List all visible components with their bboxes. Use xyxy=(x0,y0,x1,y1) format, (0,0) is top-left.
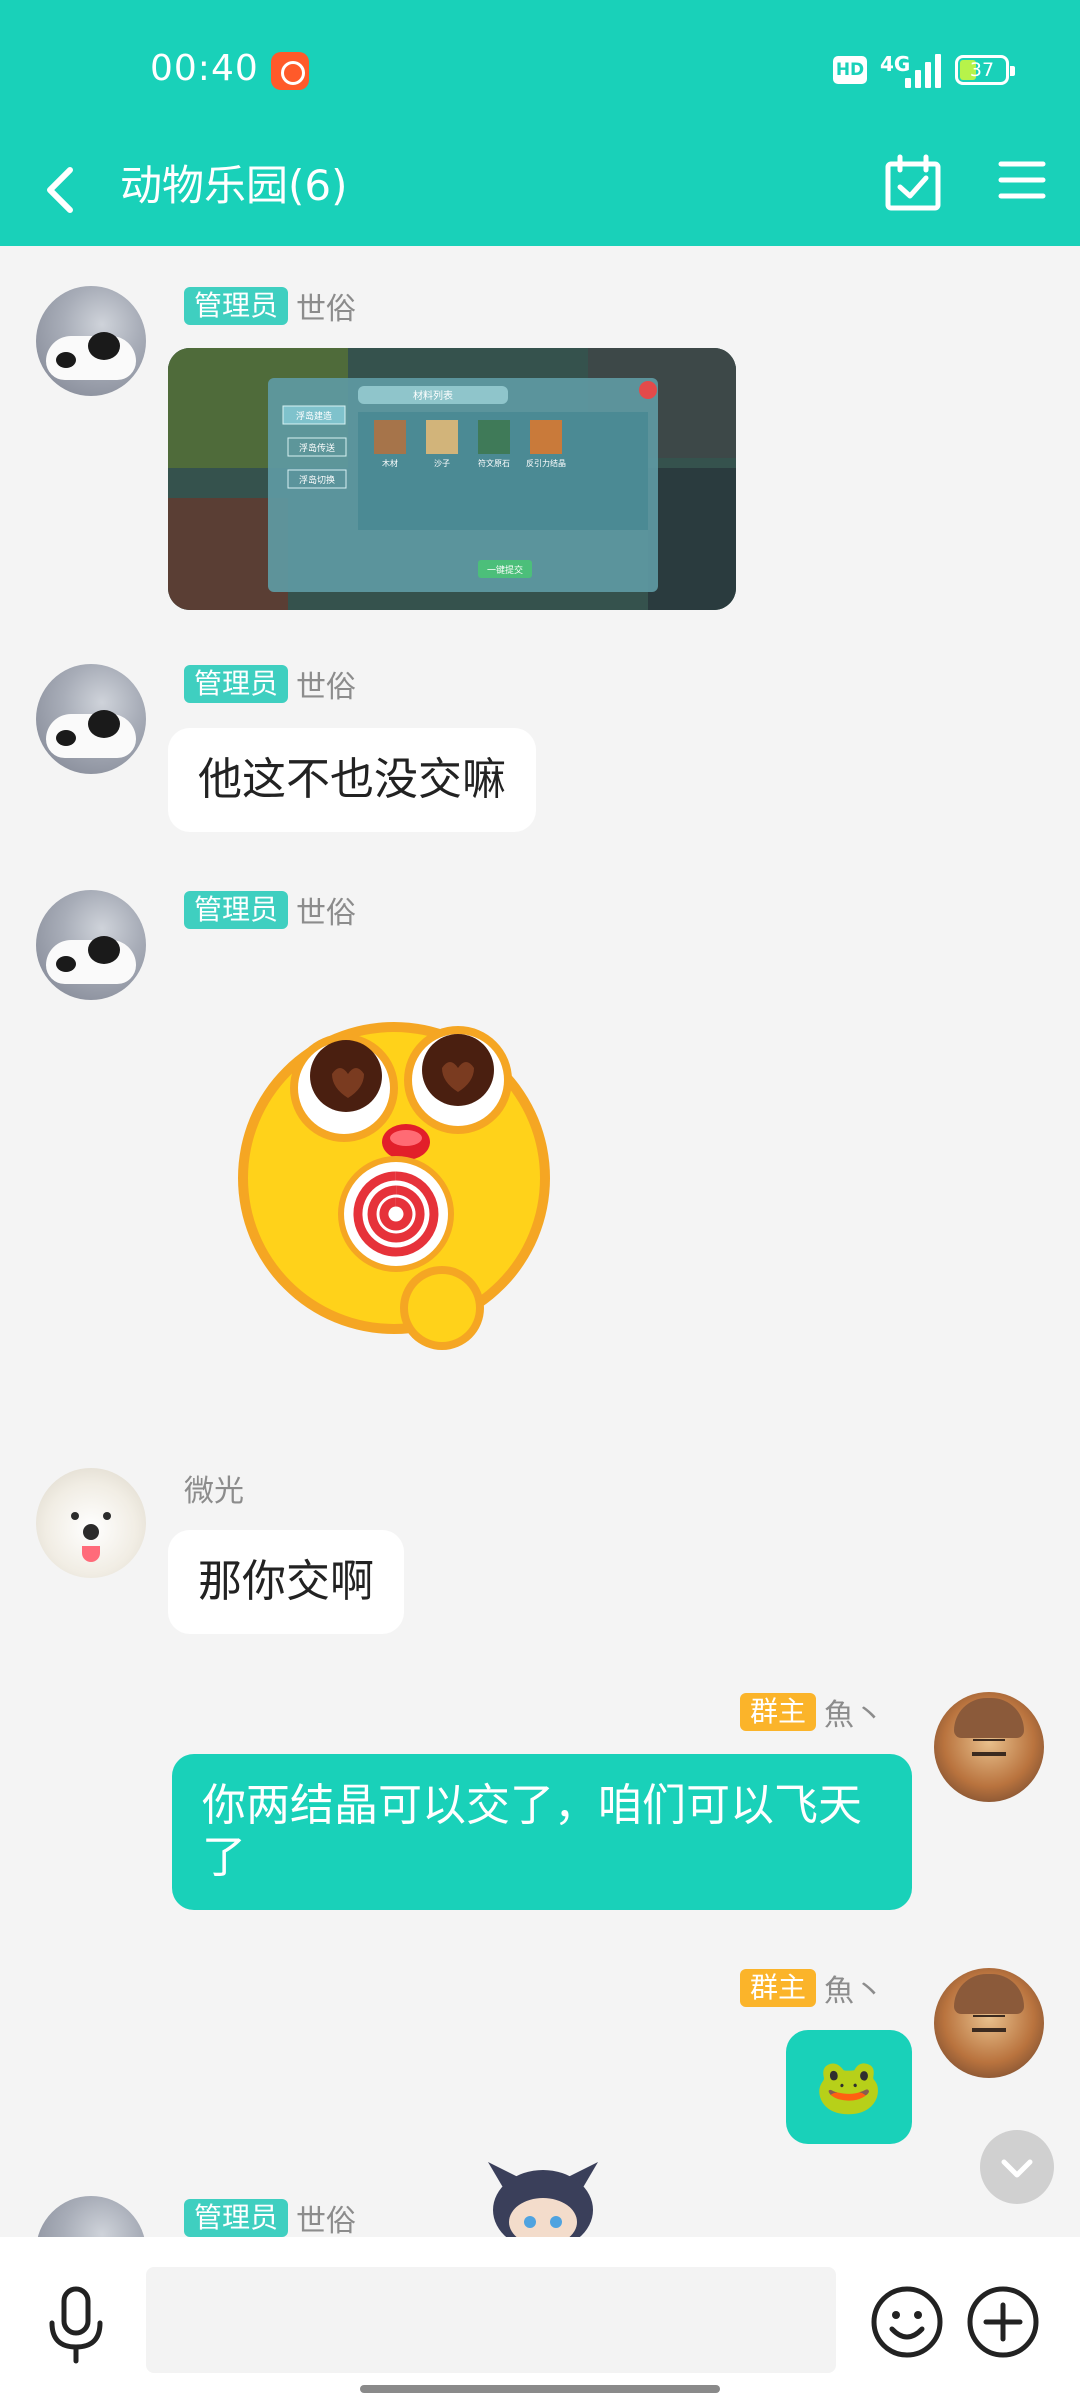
message-bubble[interactable]: 他这不也没交嘛 xyxy=(168,728,536,832)
smile-icon[interactable] xyxy=(870,2285,944,2359)
status-bar: 00:40 HD 4G 37 xyxy=(0,0,1080,140)
tab-2: 浮岛切换 xyxy=(299,474,335,486)
hd-icon: HD xyxy=(833,56,867,84)
sender-row: 管理员 世俗 xyxy=(184,664,357,705)
sender-name: 世俗 xyxy=(296,670,357,705)
admin-badge: 管理员 xyxy=(184,891,289,929)
chat-title: 动物乐园(6) xyxy=(120,161,348,210)
input-bar xyxy=(0,2237,1080,2400)
sender-row: 群主 魚丶 xyxy=(739,1968,884,2009)
sender-name: 世俗 xyxy=(296,292,357,327)
admin-badge: 管理员 xyxy=(184,287,289,325)
menu-icon[interactable] xyxy=(998,158,1046,202)
battery-text: 37 xyxy=(969,59,995,81)
sender-row: 管理员 世俗 xyxy=(184,2198,357,2239)
back-arrow-icon[interactable] xyxy=(40,160,80,220)
screenshot-image-message[interactable]: 材料列表 浮岛建造 浮岛传送 浮岛切换 木材 沙子 符文原石 反引力结晶 一键提… xyxy=(168,348,736,610)
sender-name: 魚丶 xyxy=(824,1698,884,1733)
item-0: 木材 xyxy=(382,458,398,468)
lollipop-sticker[interactable] xyxy=(236,1018,556,1354)
tab-0: 浮岛建造 xyxy=(296,410,332,422)
sender-name: 微光 xyxy=(184,1474,244,1509)
sender-row: 群主 魚丶 xyxy=(739,1692,884,1733)
panel-title: 材料列表 xyxy=(413,389,453,402)
avatar-self[interactable] xyxy=(934,1692,1044,1802)
microphone-icon[interactable] xyxy=(44,2285,108,2365)
tab-1: 浮岛传送 xyxy=(299,442,335,454)
scroll-down-button[interactable] xyxy=(980,2130,1054,2204)
sender-name: 魚丶 xyxy=(824,1974,884,2009)
clock: 00:40 xyxy=(150,48,259,89)
lollipop-emoji-icon xyxy=(238,1022,550,1350)
signal-icon xyxy=(905,54,947,88)
owner-badge: 群主 xyxy=(739,1969,816,2007)
home-indicator[interactable] xyxy=(360,2385,720,2393)
anime-character-sticker[interactable] xyxy=(478,2156,608,2240)
sender-name: 世俗 xyxy=(296,896,357,931)
header: 00:40 HD 4G 37 动物乐园(6) xyxy=(0,0,1080,246)
item-1: 沙子 xyxy=(434,459,450,468)
nav-bar: 动物乐园(6) xyxy=(0,140,1080,246)
avatar-shisu[interactable] xyxy=(36,286,146,396)
item-3: 反引力结晶 xyxy=(526,458,566,468)
avatar-shisu[interactable] xyxy=(36,664,146,774)
message-bubble-self[interactable]: 你两结晶可以交了，咱们可以飞天了 xyxy=(172,1754,912,1910)
avatar-weiguang[interactable] xyxy=(36,1468,146,1578)
admin-badge: 管理员 xyxy=(184,2199,289,2237)
sender-row: 管理员 世俗 xyxy=(184,890,357,931)
admin-badge: 管理员 xyxy=(184,665,289,703)
frog-emoji-message[interactable]: 🐸 xyxy=(786,2030,912,2144)
calendar-check-icon[interactable] xyxy=(884,154,942,212)
submit-all-button: 一键提交 xyxy=(487,564,523,576)
chevron-down-icon xyxy=(1001,2159,1033,2178)
sender-row: 微光 xyxy=(184,1468,244,1509)
sender-row: 管理员 世俗 xyxy=(184,286,357,327)
avatar-self[interactable] xyxy=(934,1968,1044,2078)
message-input[interactable] xyxy=(146,2267,836,2373)
notification-app-icon xyxy=(271,52,309,90)
battery-icon: 37 xyxy=(955,55,1015,85)
message-bubble[interactable]: 那你交啊 xyxy=(168,1530,404,1634)
owner-badge: 群主 xyxy=(739,1693,816,1731)
plus-icon[interactable] xyxy=(966,2285,1040,2359)
item-2: 符文原石 xyxy=(478,458,510,468)
avatar-shisu[interactable] xyxy=(36,890,146,1000)
game-screenshot: 材料列表 浮岛建造 浮岛传送 浮岛切换 木材 沙子 符文原石 反引力结晶 一键提… xyxy=(168,348,736,610)
sender-name: 世俗 xyxy=(296,2204,357,2239)
